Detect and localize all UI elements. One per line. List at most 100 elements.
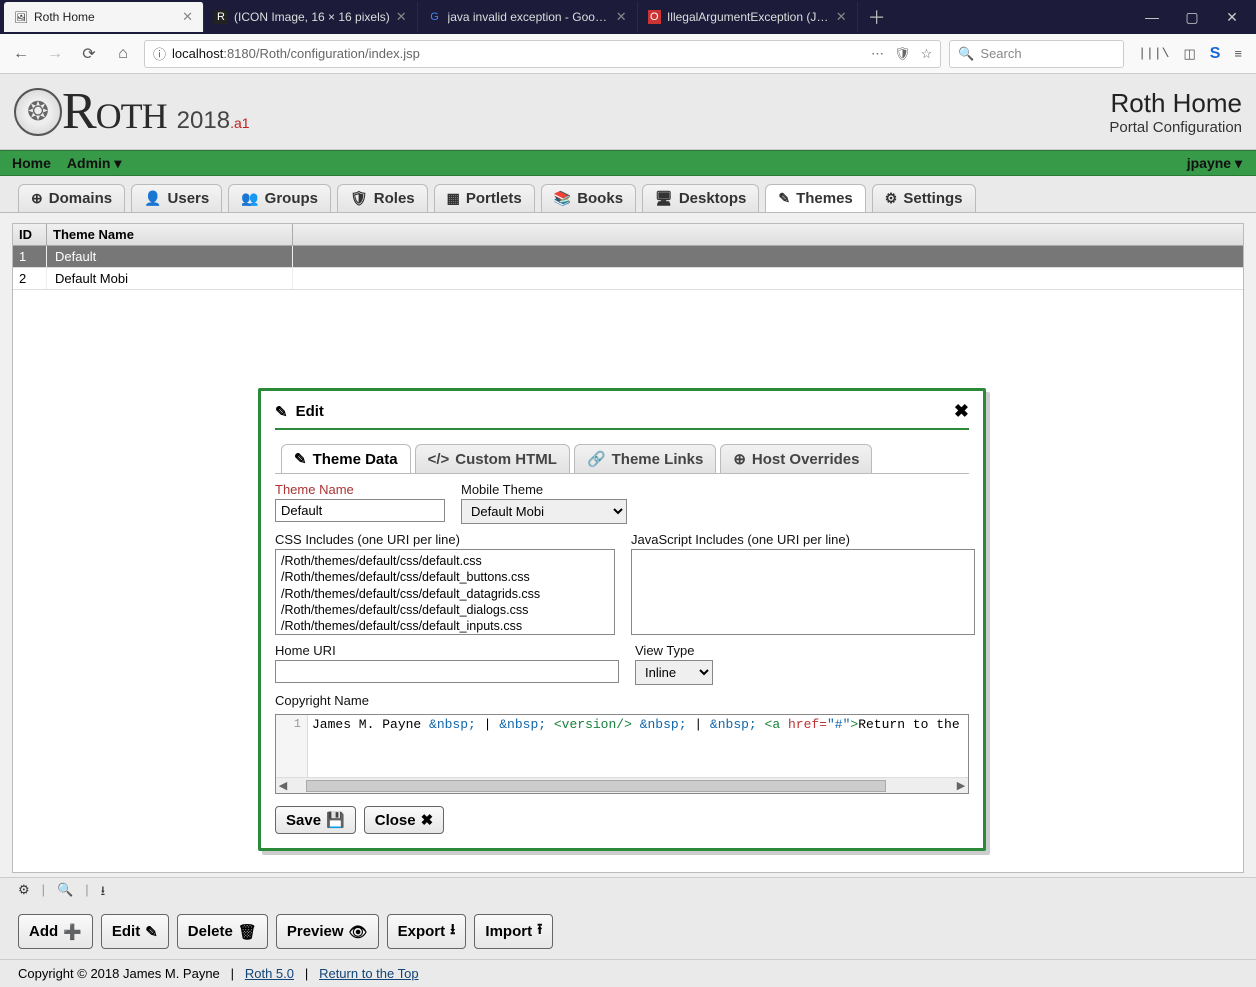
copyright-code-editor[interactable]: 1 James M. Payne &nbsp; | &nbsp; <versio… <box>275 714 969 794</box>
table-row[interactable]: 2 Default Mobi <box>13 268 1243 290</box>
close-button[interactable]: Close✖ <box>364 806 444 834</box>
browser-tab-2[interactable]: G java invalid exception - Google ✕ <box>418 2 638 32</box>
dialog-close-button[interactable]: ✖ <box>954 401 969 422</box>
close-icon[interactable]: ✕ <box>182 9 193 25</box>
portlet-icon: ▦ <box>447 190 460 207</box>
delete-button[interactable]: Delete🗑 <box>177 914 268 949</box>
library-icon[interactable]: |||\ <box>1138 46 1169 61</box>
js-includes-textarea[interactable] <box>631 549 975 635</box>
save-button[interactable]: Save 💾 <box>275 806 356 834</box>
tab-title: Roth Home <box>34 10 95 24</box>
download-icon[interactable]: ⭳ <box>101 882 106 904</box>
tab-portlets[interactable]: ▦ Portlets <box>434 184 535 212</box>
browser-tab-0[interactable]: 🖼 Roth Home ✕ <box>4 2 204 32</box>
edit-icon: ✎ <box>275 403 288 421</box>
logo-medallion-icon: ❂ <box>14 88 62 136</box>
scroll-right-icon[interactable]: ▶ <box>954 779 968 792</box>
info-icon[interactable]: ⓘ <box>153 44 166 63</box>
upload-icon: ⭱ <box>537 919 542 944</box>
home-uri-input[interactable] <box>275 660 619 683</box>
label-theme-name: Theme Name <box>275 482 445 497</box>
preview-button[interactable]: Preview👁 <box>276 914 379 949</box>
cell-name: Default Mobi <box>47 268 293 289</box>
url-host: localhost <box>172 46 223 61</box>
add-button[interactable]: Add➕ <box>18 914 93 949</box>
menu-icon[interactable]: ≡ <box>1234 46 1242 61</box>
menu-user[interactable]: jpayne ▾ <box>1181 153 1250 174</box>
gear-icon[interactable]: ⚙ <box>18 882 30 904</box>
home-button[interactable]: ⌂ <box>110 41 136 67</box>
tab-label: Portlets <box>466 190 522 207</box>
menu-home[interactable]: Home <box>6 153 57 174</box>
forward-button[interactable]: → <box>42 41 68 67</box>
dtab-label: Theme Data <box>313 451 398 468</box>
shield-icon[interactable]: 🛡 <box>894 46 911 62</box>
dtab-host-overrides[interactable]: ⊕ Host Overrides <box>720 444 872 473</box>
theme-name-input[interactable] <box>275 499 445 522</box>
css-includes-textarea[interactable] <box>275 549 615 635</box>
btn-label: Save <box>286 812 321 829</box>
code-line[interactable]: James M. Payne &nbsp; | &nbsp; <version/… <box>308 715 964 777</box>
tab-settings[interactable]: ⚙Settings <box>872 184 976 212</box>
tab-title: java invalid exception - Google <box>448 10 610 24</box>
table-row[interactable]: 1 Default <box>13 246 1243 268</box>
save-icon: 💾 <box>326 811 345 829</box>
tab-themes[interactable]: ✎Themes <box>765 184 865 212</box>
new-tab-button[interactable]: ＋ <box>858 4 896 30</box>
tab-roles[interactable]: 🛡Roles <box>337 184 428 212</box>
scroll-thumb[interactable] <box>306 780 886 792</box>
mobile-theme-select[interactable]: Default Mobi <box>461 499 627 524</box>
close-icon[interactable]: ✕ <box>836 9 847 25</box>
browser-tab-1[interactable]: R (ICON Image, 16 × 16 pixels) ✕ <box>204 2 418 32</box>
brush-icon: ✎ <box>778 190 790 207</box>
minimize-button[interactable]: — <box>1132 0 1172 34</box>
menu-admin[interactable]: Admin ▾ <box>61 153 127 174</box>
dtab-theme-data[interactable]: ✎ Theme Data <box>281 444 411 473</box>
dtab-theme-links[interactable]: 🔗Theme Links <box>574 444 716 473</box>
view-type-select[interactable]: Inline <box>635 660 713 685</box>
tab-books[interactable]: 📚Books <box>541 184 636 212</box>
close-window-button[interactable]: ✕ <box>1212 0 1252 34</box>
maximize-button[interactable]: ▢ <box>1172 0 1212 34</box>
browser-tab-3[interactable]: O IllegalArgumentException (Jav... ✕ <box>638 2 858 32</box>
favicon-icon: G <box>428 10 442 24</box>
tab-label: Domains <box>49 190 112 207</box>
star-icon[interactable]: ☆ <box>921 46 933 62</box>
sidebar-icon[interactable]: ◫ <box>1183 46 1195 62</box>
globe-icon: ⊕ <box>733 450 746 468</box>
dtab-custom-html[interactable]: </>Custom HTML <box>415 444 570 473</box>
tab-groups[interactable]: 👥Groups <box>228 184 331 212</box>
reload-button[interactable]: ⟳ <box>76 41 102 67</box>
browser-titlebar: 🖼 Roth Home ✕ R (ICON Image, 16 × 16 pix… <box>0 0 1256 34</box>
back-button[interactable]: ← <box>8 41 34 67</box>
cell-name: Default <box>47 246 293 267</box>
more-icon[interactable]: ⋯ <box>871 46 884 62</box>
code-scrollbar[interactable]: ◀ ▶ <box>276 777 968 793</box>
col-id-header[interactable]: ID <box>13 224 47 245</box>
action-bar: Add➕ Edit✎ Delete🗑 Preview👁 Export⭳ Impo… <box>0 908 1256 959</box>
btn-label: Add <box>29 923 58 940</box>
tab-domains[interactable]: ⊕Domains <box>18 184 125 212</box>
import-button[interactable]: Import⭱ <box>474 914 553 949</box>
dtab-label: Host Overrides <box>752 451 860 468</box>
close-icon[interactable]: ✕ <box>616 9 627 25</box>
edit-button[interactable]: Edit✎ <box>101 914 169 949</box>
footer-link-top[interactable]: Return to the Top <box>319 966 419 981</box>
account-icon[interactable]: S <box>1210 45 1221 63</box>
url-bar[interactable]: ⓘ localhost:8180/Roth/configuration/inde… <box>144 40 941 68</box>
brush-icon: ✎ <box>294 450 307 468</box>
grid-header: ID Theme Name <box>13 224 1243 246</box>
code-gutter: 1 <box>276 715 308 777</box>
tab-users[interactable]: 👤Users <box>131 184 222 212</box>
label-home-uri: Home URI <box>275 643 619 658</box>
edit-dialog: ✎ Edit ✖ ✎Theme Data </>Custom HTML 🔗The… <box>258 388 986 851</box>
close-icon[interactable]: ✕ <box>396 9 407 25</box>
col-name-header[interactable]: Theme Name <box>47 224 293 245</box>
search-input[interactable]: 🔍 Search <box>949 40 1124 68</box>
search-icon[interactable]: 🔍 <box>57 882 73 904</box>
scroll-left-icon[interactable]: ◀ <box>276 779 290 792</box>
btn-label: Delete <box>188 923 233 940</box>
tab-desktops[interactable]: 🖥Desktops <box>642 184 759 212</box>
export-button[interactable]: Export⭳ <box>387 914 467 949</box>
footer-link-roth[interactable]: Roth 5.0 <box>245 966 294 981</box>
